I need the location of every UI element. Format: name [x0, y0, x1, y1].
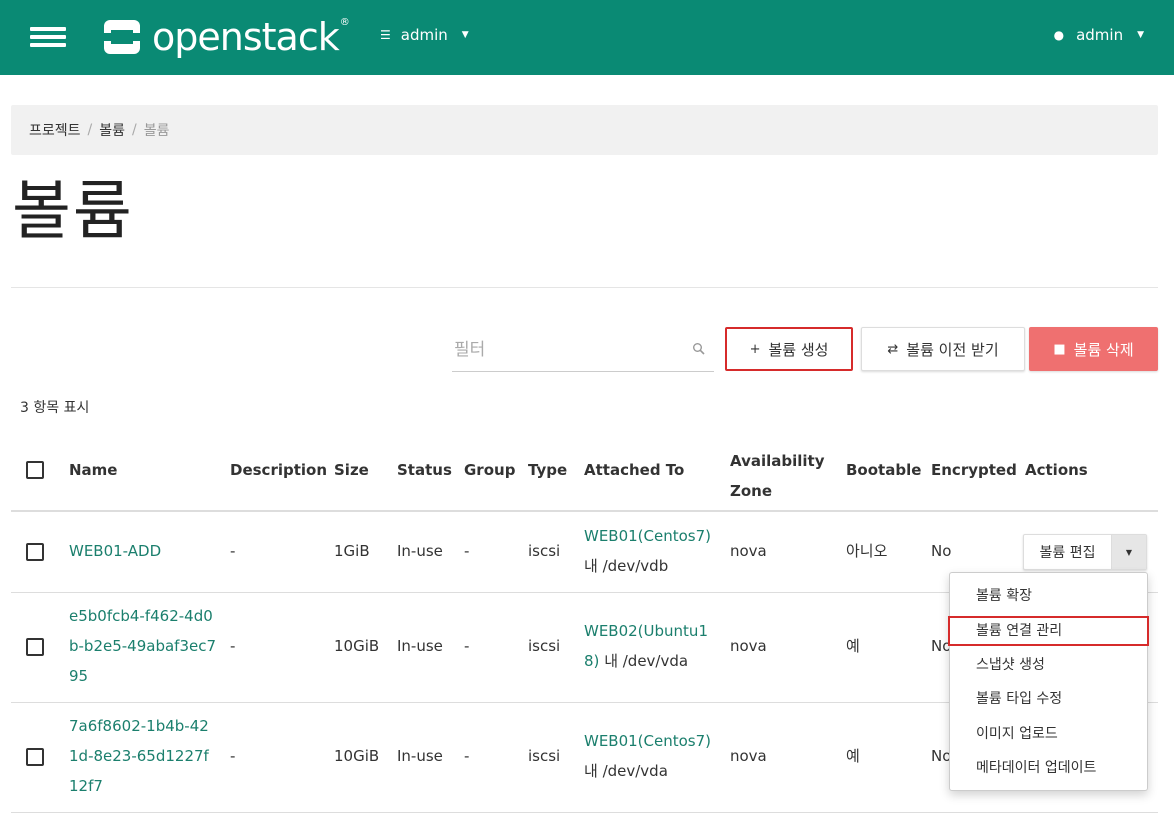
column-header-size[interactable]: Size [334, 461, 369, 479]
volume-size: 10GiB [334, 637, 380, 655]
attached-instance-link[interactable]: WEB01(Centos7) [584, 527, 711, 545]
create-volume-button[interactable]: + 볼륨 생성 [725, 327, 853, 371]
project-list-icon: ☰ [380, 28, 391, 42]
openstack-logo[interactable]: openstack® [102, 15, 350, 59]
page-title: 볼륨 [12, 175, 134, 249]
volume-description: - [230, 542, 236, 560]
edit-volume-button[interactable]: 볼륨 편집 [1024, 535, 1112, 569]
volume-type: iscsi [528, 542, 561, 560]
row-divider [11, 812, 1158, 813]
column-header-attached-to[interactable]: Attached To [584, 461, 684, 479]
plus-icon: + [749, 341, 761, 357]
search-icon[interactable] [692, 342, 706, 356]
volume-name-link[interactable]: 7a6f8602-1b4b-42 1d-8e23-65d1227f 12f7 [69, 711, 209, 801]
volume-group: - [464, 747, 470, 765]
menu-item-extend-volume[interactable]: 볼륨 확장 [950, 579, 1147, 614]
column-header-description[interactable]: Description [230, 461, 327, 479]
chevron-down-icon: ▼ [461, 30, 469, 40]
project-name: admin [400, 26, 448, 44]
chevron-down-icon: ▼ [1137, 30, 1144, 40]
bootable: 예 [846, 747, 860, 765]
attached-device: 내 /dev/vdb [584, 557, 669, 575]
exchange-icon: ⇄ [887, 341, 899, 357]
volume-name-link[interactable]: WEB01-ADD [69, 536, 161, 566]
column-header-actions: Actions [1025, 461, 1088, 479]
accept-transfer-button[interactable]: ⇄ 볼륨 이전 받기 [861, 327, 1025, 371]
divider [11, 287, 1158, 288]
breadcrumb-separator: / [132, 122, 137, 138]
brand-text: openstack® [152, 15, 350, 59]
item-count: 3 항목 표시 [20, 400, 90, 416]
volume-status: In-use [397, 542, 443, 560]
attached-to: WEB02(Ubuntu1 8) 내 /dev/vda [584, 616, 708, 676]
breadcrumb-project[interactable]: 프로젝트 [29, 120, 81, 140]
delete-volumes-button[interactable]: ■ 볼륨 삭제 [1029, 327, 1158, 371]
breadcrumb-volumes[interactable]: 볼륨 [99, 120, 125, 140]
column-header-group[interactable]: Group [464, 461, 515, 479]
attached-device: 내 /dev/vda [584, 762, 668, 780]
openstack-logo-icon [104, 20, 140, 54]
volume-group: - [464, 637, 470, 655]
breadcrumb-separator: / [87, 122, 93, 138]
row-actions: 볼륨 편집 ▼ [1023, 534, 1147, 570]
volume-type: iscsi [528, 747, 561, 765]
select-all-checkbox[interactable] [26, 461, 44, 479]
breadcrumb-current: 볼륨 [143, 123, 170, 139]
availability-zone: nova [730, 542, 767, 560]
top-navbar: openstack® ☰ admin ▼ ● admin ▼ [0, 0, 1174, 75]
volume-status: In-use [397, 637, 443, 655]
attached-to: WEB01(Centos7) 내 /dev/vda [584, 726, 711, 786]
menu-item-upload-to-image[interactable]: 이미지 업로드 [950, 717, 1147, 752]
volume-group: - [464, 542, 470, 560]
bootable: 아니오 [846, 542, 888, 560]
project-selector[interactable]: ☰ admin ▼ [380, 26, 469, 44]
volume-size: 10GiB [334, 747, 380, 765]
user-icon: ● [1053, 28, 1065, 42]
filter-input[interactable] [452, 330, 682, 370]
column-header-type[interactable]: Type [528, 461, 567, 479]
column-header-encrypted[interactable]: Encrypted [931, 461, 1017, 479]
filter-box [452, 330, 714, 372]
actions-dropdown-toggle[interactable]: ▼ [1112, 535, 1146, 569]
volume-name-link[interactable]: e5b0fcb4-f462-4d0 b-b2e5-49abaf3ec7 95 [69, 601, 216, 691]
row-checkbox[interactable] [26, 638, 44, 656]
attached-instance-link[interactable]: WEB01(Centos7) [584, 732, 711, 750]
column-header-status[interactable]: Status [397, 461, 452, 479]
row-checkbox[interactable] [26, 748, 44, 766]
attached-instance-link[interactable]: WEB02(Ubuntu1 [584, 622, 708, 640]
user-menu[interactable]: ● admin ▼ [1054, 26, 1144, 44]
menu-item-manage-attachments[interactable]: 볼륨 연결 관리 [948, 615, 1149, 646]
column-header-bootable[interactable]: Bootable [846, 461, 921, 479]
availability-zone: nova [730, 747, 767, 765]
attached-to: WEB01(Centos7) 내 /dev/vdb [584, 521, 711, 581]
row-checkbox[interactable] [26, 543, 44, 561]
attached-instance-link[interactable]: 8) [584, 652, 599, 670]
volume-status: In-use [397, 747, 443, 765]
column-header-availability-zone[interactable]: Availability Zone [730, 446, 830, 506]
trash-icon: ■ [1053, 341, 1066, 357]
volume-description: - [230, 637, 236, 655]
menu-icon[interactable] [30, 27, 66, 47]
bootable: 예 [846, 637, 860, 655]
user-name: admin [1076, 26, 1124, 44]
volume-type: iscsi [528, 637, 561, 655]
menu-item-change-volume-type[interactable]: 볼륨 타입 수정 [950, 682, 1147, 717]
volume-size: 1GiB [334, 542, 370, 560]
volume-description: - [230, 747, 236, 765]
caret-down-icon: ▼ [1125, 547, 1133, 557]
menu-item-create-snapshot[interactable]: 스냅샷 생성 [950, 648, 1147, 683]
attached-device: 내 /dev/vda [604, 652, 689, 670]
menu-item-update-metadata[interactable]: 메타데이터 업데이트 [950, 751, 1147, 786]
availability-zone: nova [730, 637, 767, 655]
column-header-name[interactable]: Name [69, 461, 117, 479]
table-header-divider [11, 510, 1158, 512]
row-actions-menu: 볼륨 확장 볼륨 연결 관리 스냅샷 생성 볼륨 타입 수정 이미지 업로드 메… [948, 572, 1149, 791]
breadcrumb: 프로젝트 / 볼륨 / 볼륨 [11, 105, 1158, 155]
encrypted: No [931, 542, 952, 560]
